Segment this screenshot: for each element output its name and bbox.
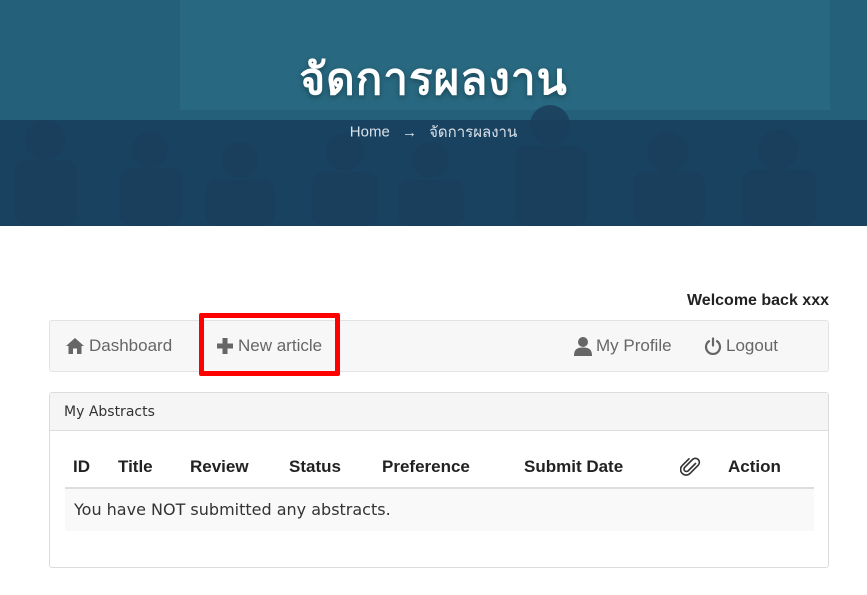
nav-my-profile-label: My Profile bbox=[596, 336, 672, 355]
welcome-message: Welcome back xxx bbox=[686, 292, 829, 309]
abstracts-panel: My Abstracts ID Title Review Status Pref… bbox=[49, 392, 829, 568]
user-icon bbox=[574, 337, 592, 356]
page-title: จัดการผลงาน bbox=[299, 54, 568, 105]
abstracts-table: ID Title Review Status Preference Submit… bbox=[65, 449, 814, 531]
paperclip-icon bbox=[679, 456, 702, 483]
nav-logout-label: Logout bbox=[726, 336, 778, 355]
panel-heading: My Abstracts bbox=[50, 393, 828, 431]
nav-new-article-label: New article bbox=[238, 336, 323, 355]
column-header-action: Action bbox=[728, 457, 781, 476]
column-header-submit-date: Submit Date bbox=[524, 457, 624, 476]
home-icon bbox=[66, 338, 84, 354]
breadcrumb-current: จัดการผลงาน bbox=[429, 124, 518, 141]
empty-state-message: You have NOT submitted any abstracts. bbox=[74, 500, 391, 519]
column-header-status: Status bbox=[289, 457, 341, 476]
arrow-right-icon: → bbox=[401, 123, 417, 141]
hero-banner: จัดการผลงาน Home → จัดการผลงาน bbox=[0, 0, 867, 226]
plus-icon bbox=[217, 338, 233, 354]
nav-new-article-link[interactable]: New article bbox=[216, 321, 322, 371]
column-header-title: Title bbox=[118, 457, 153, 476]
user-navbar: Dashboard New article My Profile Logout bbox=[49, 320, 829, 372]
table-header-row: ID Title Review Status Preference Submit… bbox=[65, 449, 814, 489]
column-header-preference: Preference bbox=[382, 457, 470, 476]
nav-logout-link[interactable]: Logout bbox=[704, 321, 778, 371]
nav-dashboard-link[interactable]: Dashboard bbox=[65, 321, 172, 371]
nav-my-profile-link[interactable]: My Profile bbox=[574, 321, 672, 371]
column-header-id: ID bbox=[73, 457, 90, 476]
nav-dashboard-label: Dashboard bbox=[89, 336, 173, 355]
table-row: You have NOT submitted any abstracts. bbox=[65, 489, 814, 531]
breadcrumb-home-link[interactable]: Home bbox=[350, 124, 390, 141]
power-icon bbox=[704, 337, 722, 355]
column-header-review: Review bbox=[190, 457, 249, 476]
breadcrumb: Home → จัดการผลงาน bbox=[0, 120, 867, 144]
